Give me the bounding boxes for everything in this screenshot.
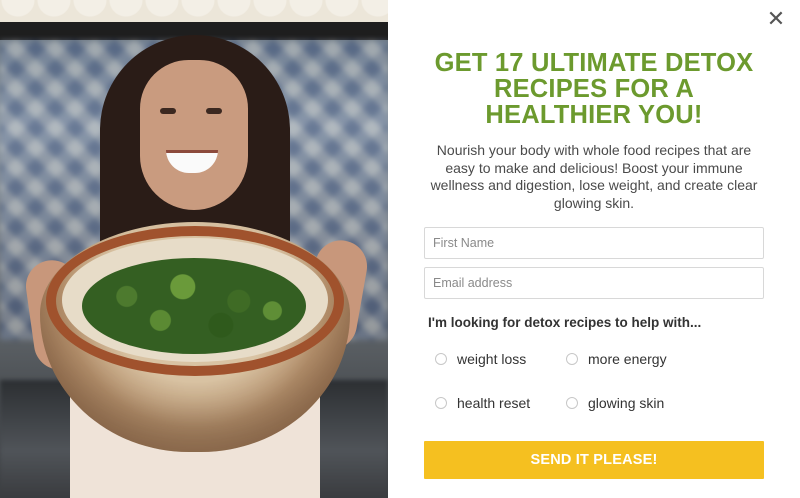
signup-form-panel: ✕ GET 17 ULTIMATE DETOX RECIPES FOR A HE… xyxy=(388,0,800,498)
option-label: more energy xyxy=(588,351,667,367)
radio-button[interactable] xyxy=(566,397,578,409)
send-it-please-button[interactable]: SEND IT PLEASE! xyxy=(424,441,764,479)
hero-photo-woman-with-kale-bowl xyxy=(0,0,388,498)
radio-button[interactable] xyxy=(435,353,447,365)
close-icon[interactable]: ✕ xyxy=(766,9,786,31)
option-weight-loss[interactable]: weight loss xyxy=(435,351,526,367)
detox-goal-question: I'm looking for detox recipes to help wi… xyxy=(428,315,702,330)
option-health-reset[interactable]: health reset xyxy=(435,395,530,411)
radio-button[interactable] xyxy=(435,397,447,409)
option-label: glowing skin xyxy=(588,395,665,411)
option-label: health reset xyxy=(457,395,531,411)
photo-eye-right xyxy=(206,108,222,114)
detox-recipes-popup: ✕ GET 17 ULTIMATE DETOX RECIPES FOR A HE… xyxy=(0,0,800,498)
option-label: weight loss xyxy=(457,351,527,367)
photo-kale-salad xyxy=(82,258,306,354)
option-more-energy[interactable]: more energy xyxy=(566,351,667,367)
photo-valance xyxy=(0,0,388,40)
option-glowing-skin[interactable]: glowing skin xyxy=(566,395,664,411)
email-field[interactable] xyxy=(424,267,764,299)
photo-face xyxy=(140,60,248,210)
popup-description: Nourish your body with whole food recipe… xyxy=(430,142,758,211)
radio-button[interactable] xyxy=(566,353,578,365)
photo-eye-left xyxy=(160,108,176,114)
popup-headline: GET 17 ULTIMATE DETOX RECIPES FOR A HEAL… xyxy=(434,49,754,129)
first-name-field[interactable] xyxy=(424,227,764,259)
